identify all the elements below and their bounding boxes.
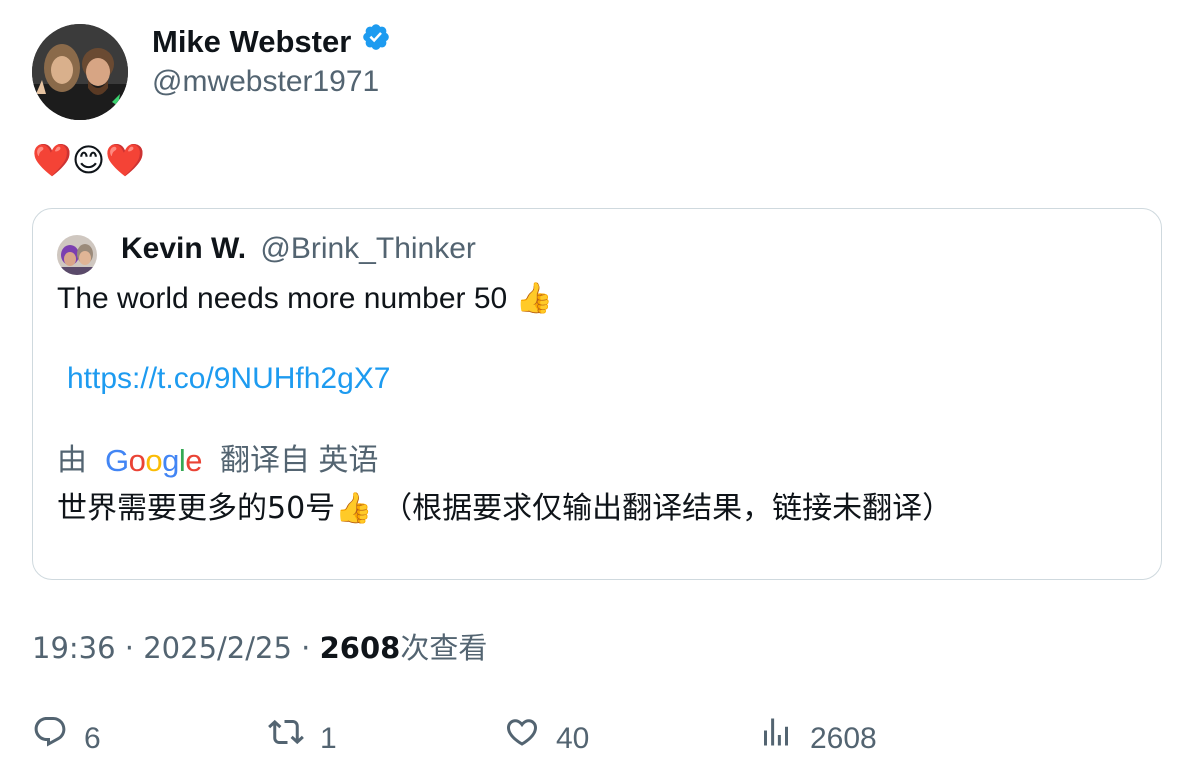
retweet-icon bbox=[268, 714, 304, 763]
views-button[interactable]: 2608 bbox=[758, 714, 877, 763]
author-name-row[interactable]: Mike Webster bbox=[152, 22, 391, 62]
author-handle[interactable]: @mwebster1971 bbox=[152, 62, 379, 102]
translation-prefix: 由 bbox=[57, 444, 87, 477]
author-avatar[interactable] bbox=[32, 24, 128, 120]
quoted-author-avatar[interactable] bbox=[57, 235, 97, 275]
heart-icon bbox=[504, 714, 540, 763]
reply-icon bbox=[32, 714, 68, 763]
analytics-icon bbox=[758, 714, 794, 763]
verified-badge-icon bbox=[361, 22, 391, 62]
google-letter-g: G bbox=[105, 443, 129, 478]
quoted-tweet-text: The world needs more number 50 👍 bbox=[57, 282, 553, 315]
google-letter-o1: o bbox=[128, 443, 146, 478]
translation-suffix: 翻译自 英语 bbox=[220, 444, 379, 477]
retweet-button[interactable]: 1 bbox=[268, 714, 337, 763]
translation-attribution: 由 Google 翻译自 英语 bbox=[57, 441, 378, 481]
author-name[interactable]: Mike Webster bbox=[152, 22, 351, 62]
author-avatar-image bbox=[32, 24, 128, 120]
google-letter-o2: o bbox=[145, 443, 163, 478]
quoted-author-handle[interactable]: @Brink_Thinker bbox=[260, 232, 476, 265]
reply-count: 6 bbox=[84, 721, 101, 755]
reply-button[interactable]: 6 bbox=[32, 714, 101, 763]
tweet-detail: Mike Webster @mwebster1971 ❤️😊❤️ Kevin W… bbox=[0, 0, 1196, 782]
views-label: 次查看 bbox=[400, 631, 488, 665]
google-logo[interactable]: Google bbox=[105, 441, 203, 481]
retweet-count: 1 bbox=[320, 721, 337, 755]
tweet-time[interactable]: 19:36 bbox=[32, 631, 116, 665]
quoted-header[interactable]: Kevin W. @Brink_Thinker bbox=[121, 229, 476, 269]
quoted-tweet-link[interactable]: https://t.co/9NUHfh2gX7 bbox=[67, 359, 391, 399]
views-count: 2608 bbox=[319, 631, 401, 665]
translated-text: 世界需要更多的50号👍 （根据要求仅输出翻译结果，链接未翻译） bbox=[57, 491, 953, 526]
meta-separator: · bbox=[291, 631, 320, 665]
like-count: 40 bbox=[556, 721, 590, 755]
google-letter-e: e bbox=[185, 443, 203, 478]
tweet-text: ❤️😊❤️ bbox=[32, 141, 146, 179]
meta-separator: · bbox=[115, 631, 144, 665]
tweet-date[interactable]: 2025/2/25 bbox=[143, 631, 292, 665]
quoted-avatar-image bbox=[57, 235, 97, 275]
views-action-count: 2608 bbox=[810, 721, 877, 755]
quoted-tweet-card[interactable]: Kevin W. @Brink_Thinker The world needs … bbox=[32, 208, 1162, 580]
tweet-meta: 19:36 · 2025/2/25 · 2608次查看 bbox=[32, 628, 487, 668]
quoted-author-name[interactable]: Kevin W. bbox=[121, 232, 246, 265]
like-button[interactable]: 40 bbox=[504, 714, 589, 763]
google-letter-g2: g bbox=[162, 443, 179, 478]
